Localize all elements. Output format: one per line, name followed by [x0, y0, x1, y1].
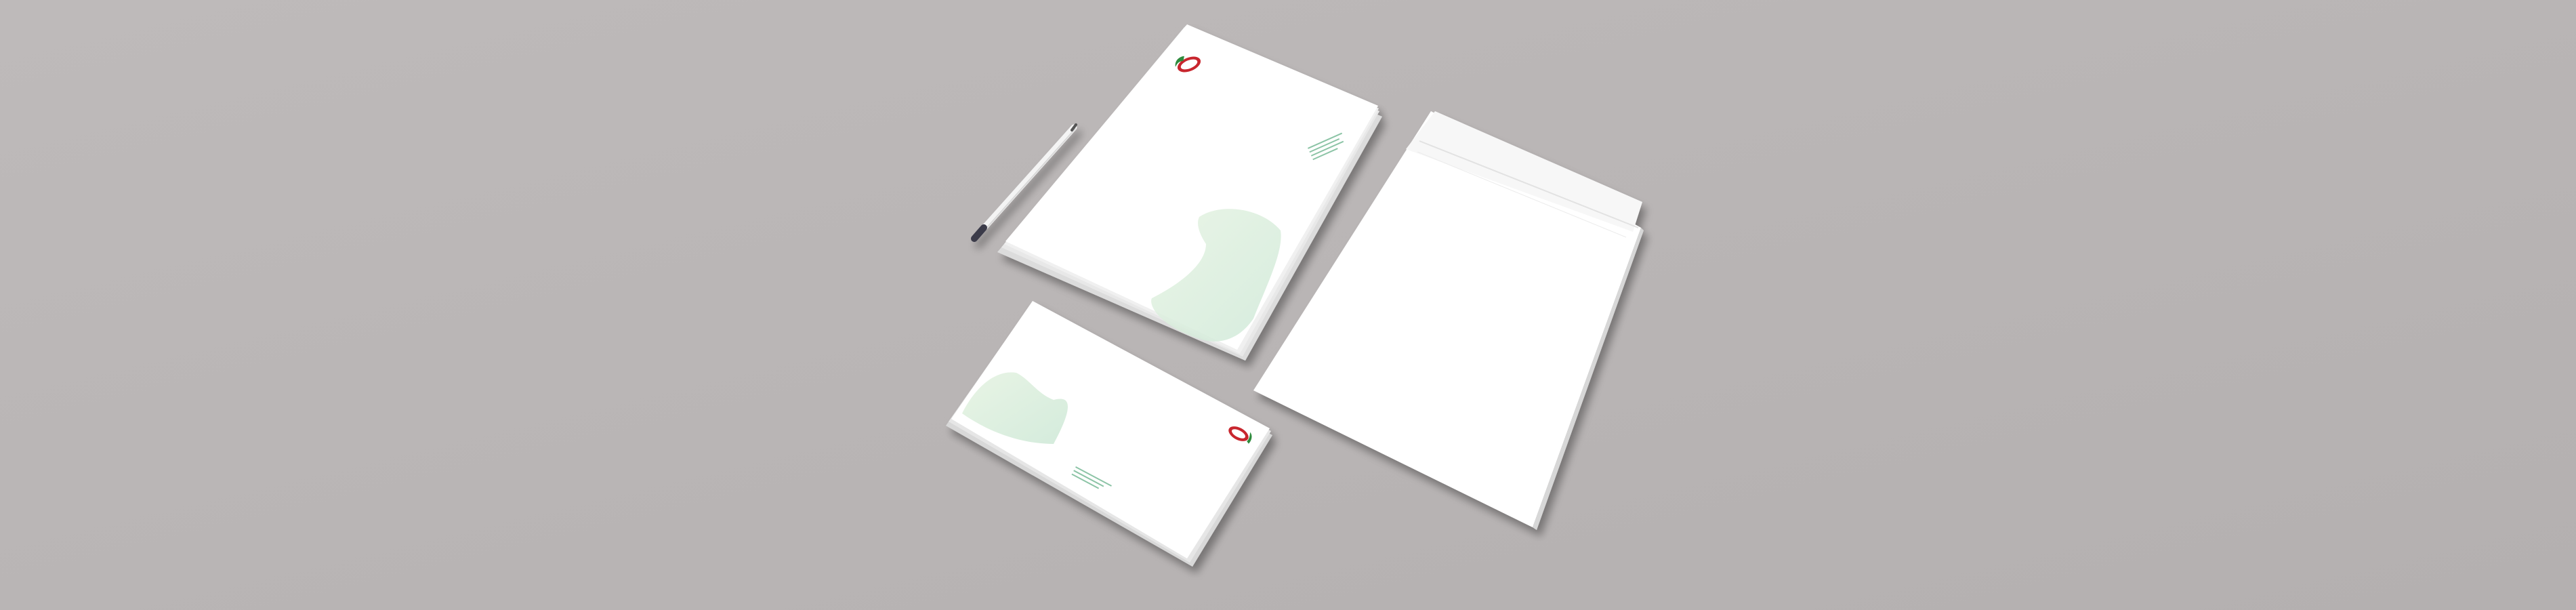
stationery-mockup-scene	[0, 0, 2576, 610]
